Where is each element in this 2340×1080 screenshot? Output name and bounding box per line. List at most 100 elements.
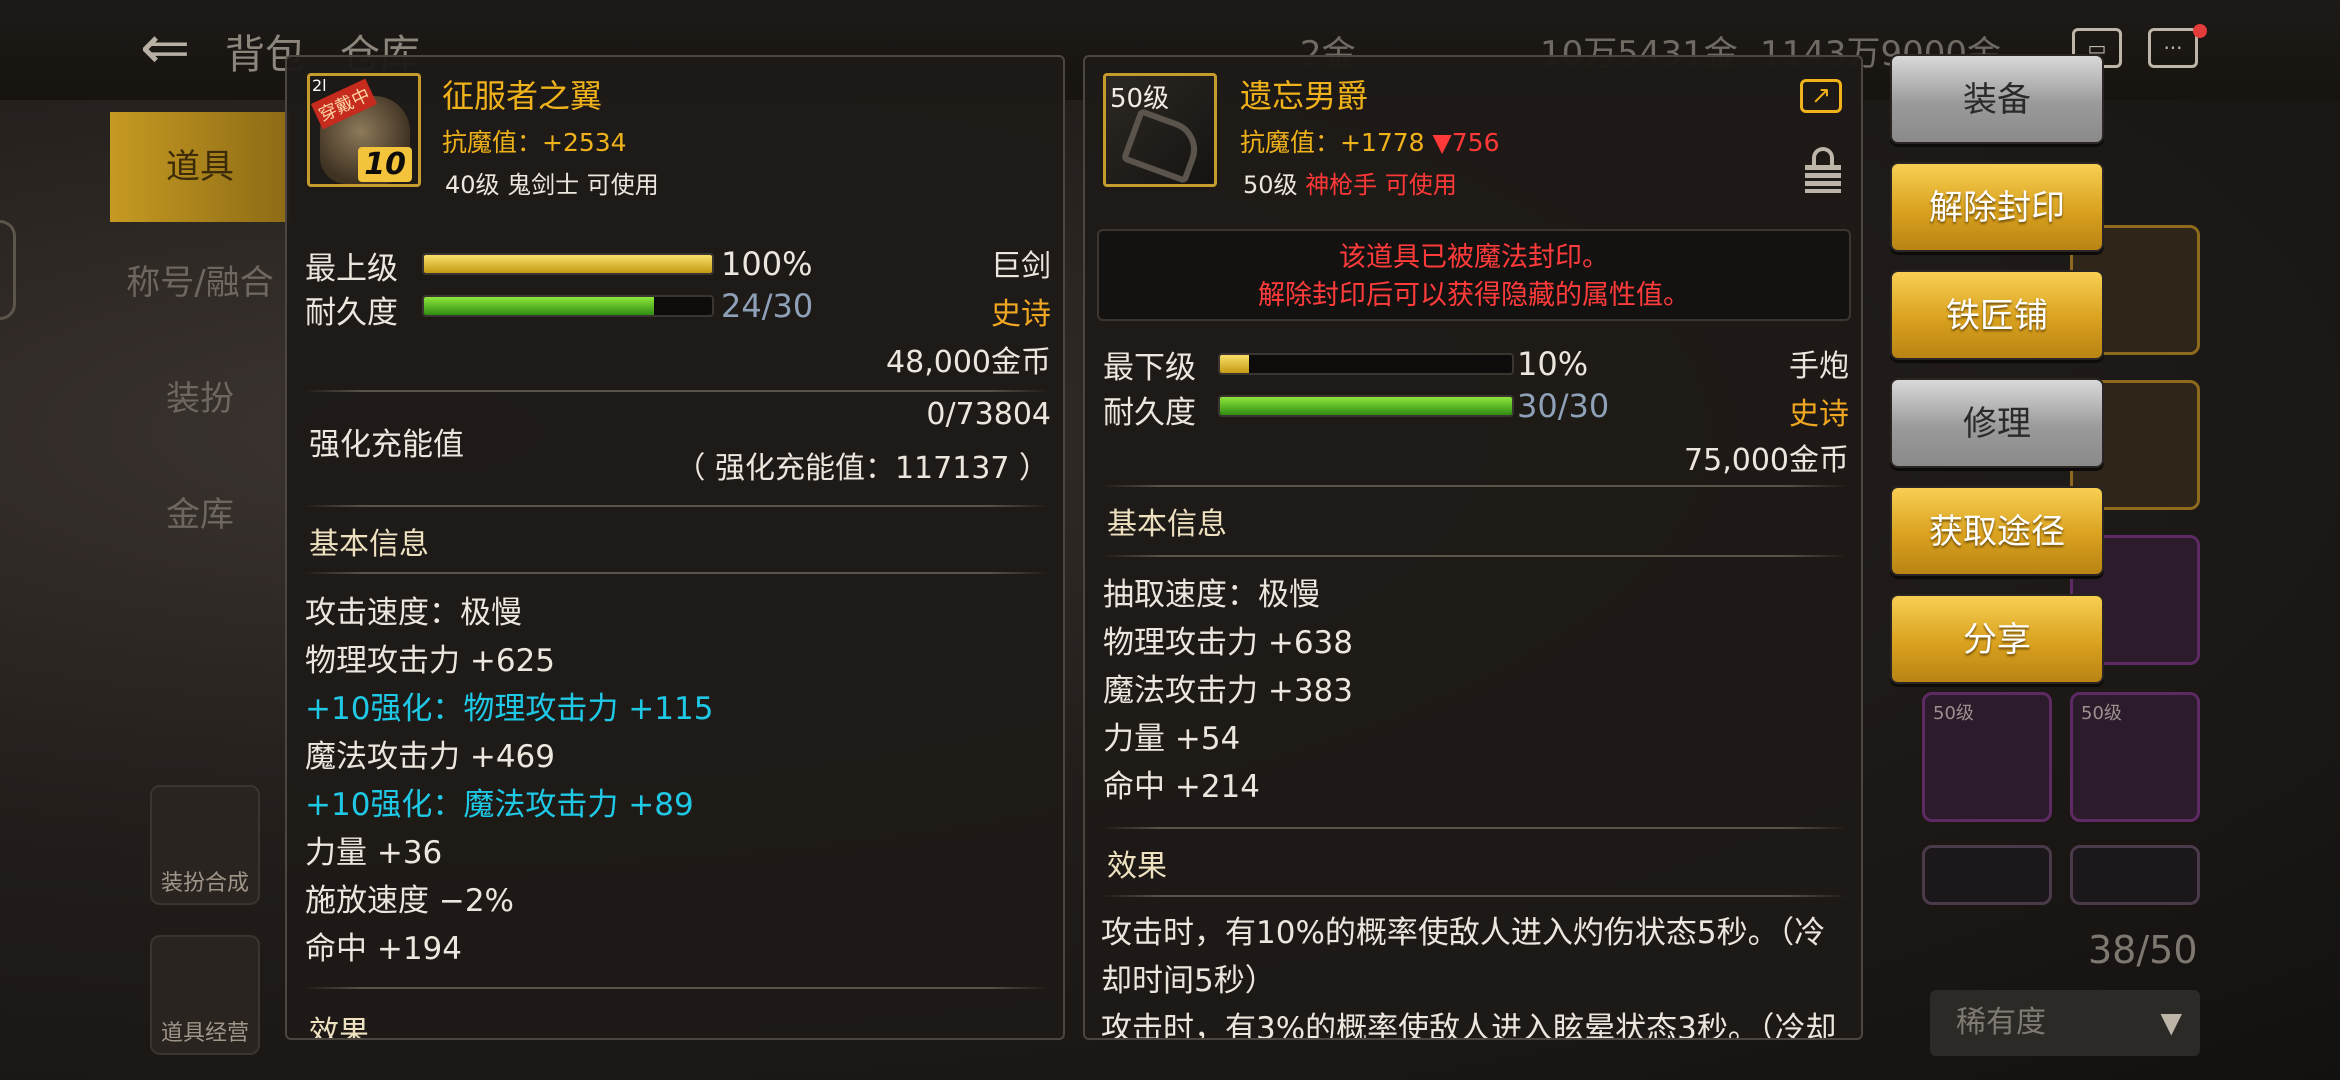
divider bbox=[303, 505, 1049, 507]
repair-button[interactable]: 修理 bbox=[1890, 378, 2104, 468]
effect-title: 效果 bbox=[1107, 849, 1167, 884]
seal-notice-line2: 解除封印后可以获得隐藏的属性值。 bbox=[1258, 280, 1690, 311]
seal-notice: 该道具已被魔法封印。 解除封印后可以获得隐藏的属性值。 bbox=[1097, 229, 1851, 321]
magic-resist: 抗魔值：+2534 bbox=[442, 128, 627, 157]
divider bbox=[303, 572, 1049, 574]
charge-value: 0/73804 bbox=[926, 397, 1051, 432]
grade-label: 最上级 bbox=[305, 251, 398, 287]
rarity: 史诗 bbox=[1789, 397, 1849, 432]
menu-item-vault[interactable]: 金库 bbox=[110, 460, 290, 570]
divider bbox=[1101, 895, 1847, 897]
sort-dropdown[interactable]: 稀有度 ▼ bbox=[1930, 990, 2200, 1056]
grade-label: 最下级 bbox=[1103, 350, 1196, 386]
durability-text: 30/30 bbox=[1517, 387, 1610, 425]
menu-item-props[interactable]: 道具 bbox=[110, 112, 290, 222]
slot-label: 道具经营 bbox=[160, 1021, 249, 1046]
weapon-type: 手炮 bbox=[1789, 349, 1849, 384]
side-drawer-handle[interactable] bbox=[0, 220, 16, 320]
durability-text: 24/30 bbox=[721, 287, 814, 325]
requirement-level: 50级 bbox=[1243, 171, 1298, 199]
durability-bar-fill bbox=[424, 297, 655, 315]
basic-info-title: 基本信息 bbox=[309, 527, 429, 562]
slot-level: 50级 bbox=[2081, 703, 2122, 724]
item-price: 75,000金币 bbox=[1684, 443, 1849, 478]
attr-line-enhance: +10强化：物理攻击力 +115 bbox=[305, 691, 714, 727]
effect-line: 却时间5秒） bbox=[1101, 963, 1276, 999]
item-name: 遗忘男爵 bbox=[1240, 77, 1369, 115]
item-name: 征服者之翼 bbox=[442, 77, 603, 115]
charge-label: 强化充能值 bbox=[309, 427, 464, 463]
share-icon[interactable]: ↗ bbox=[1800, 79, 1842, 113]
attr-line: 魔法攻击力 +383 bbox=[1103, 673, 1353, 709]
attr-line-enhance: +10强化：魔法攻击力 +89 bbox=[305, 787, 694, 823]
rarity: 史诗 bbox=[991, 297, 1051, 332]
icon-corner-text: 2l bbox=[312, 76, 327, 95]
grade-percent: 10% bbox=[1517, 345, 1589, 383]
grade-bar bbox=[1218, 353, 1514, 375]
attr-line: 命中 +194 bbox=[305, 931, 462, 967]
grade-bar bbox=[422, 253, 714, 275]
magic-resist-value: 抗魔值：+1778 bbox=[1240, 128, 1425, 157]
blacksmith-button[interactable]: 铁匠铺 bbox=[1890, 270, 2104, 360]
slot-label: 装扮合成 bbox=[160, 871, 249, 896]
item-requirement: 50级 神枪手 可使用 bbox=[1243, 165, 1457, 200]
divider bbox=[1101, 555, 1847, 557]
grade-bar-fill bbox=[424, 255, 712, 273]
requirement-class: 神枪手 可使用 bbox=[1305, 171, 1457, 199]
inventory-slot[interactable] bbox=[2070, 845, 2200, 905]
item-icon: 50级 bbox=[1103, 73, 1217, 187]
inventory-slot[interactable]: 50级 bbox=[2070, 692, 2200, 822]
attr-line: 魔法攻击力 +469 bbox=[305, 739, 555, 775]
attr-line: 攻击速度：极慢 bbox=[305, 595, 522, 631]
inventory-slot[interactable] bbox=[1922, 845, 2052, 905]
share-button[interactable]: 分享 bbox=[1890, 594, 2104, 684]
grade-percent: 100% bbox=[721, 245, 813, 283]
inventory-count: 38/50 bbox=[2088, 928, 2198, 972]
back-arrow-icon[interactable]: ⇐ bbox=[140, 18, 220, 78]
chat-icon[interactable]: ··· bbox=[2148, 28, 2198, 68]
lock-body bbox=[1805, 165, 1841, 193]
effect-line: 攻击时，有10%的概率使敌人进入灼伤状态5秒。（冷 bbox=[1101, 915, 1826, 951]
durability-bar bbox=[1218, 395, 1514, 417]
charge-total: （ 强化充能值：117137 ） bbox=[675, 451, 1049, 486]
hand-cannon-art bbox=[1120, 107, 1206, 185]
item-business-slot[interactable]: 道具经营 bbox=[150, 935, 260, 1055]
divider bbox=[303, 987, 1049, 989]
grade-bar-fill bbox=[1220, 355, 1250, 373]
item-icon: 2l 穿戴中 10 bbox=[307, 73, 421, 187]
slot-level: 50级 bbox=[1933, 703, 1974, 724]
effect-line: 攻击时，有3%的概率使敌人进入眩晕状态3秒。（冷却 bbox=[1101, 1011, 1837, 1040]
durability-bar-fill bbox=[1220, 397, 1512, 415]
obtain-route-button[interactable]: 获取途径 bbox=[1890, 486, 2104, 576]
magic-resist: 抗魔值：+1778 ▼756 bbox=[1240, 123, 1499, 159]
durability-bar bbox=[422, 295, 714, 317]
divider bbox=[1101, 827, 1847, 829]
equip-button[interactable]: 装备 bbox=[1890, 54, 2104, 144]
menu-item-avatar[interactable]: 装扮 bbox=[110, 344, 290, 454]
magic-resist-diff: ▼756 bbox=[1432, 128, 1500, 157]
attr-line: 力量 +54 bbox=[1103, 721, 1241, 757]
attr-line: 力量 +36 bbox=[305, 835, 443, 871]
durability-label: 耐久度 bbox=[1103, 395, 1196, 431]
weapon-type: 巨剑 bbox=[991, 249, 1051, 284]
attr-line: 抽取速度：极慢 bbox=[1103, 577, 1320, 613]
menu-item-titles[interactable]: 称号/融合 bbox=[110, 228, 290, 338]
item-price: 48,000金币 bbox=[886, 345, 1051, 380]
attr-line: 命中 +214 bbox=[1103, 769, 1260, 805]
item-requirement: 40级 鬼剑士 可使用 bbox=[445, 171, 659, 199]
compared-item-panel: 50级 遗忘男爵 抗魔值：+1778 ▼756 50级 神枪手 可使用 ↗ 该道… bbox=[1083, 55, 1863, 1040]
attr-line: 施放速度 −2% bbox=[305, 883, 515, 919]
attr-line: 物理攻击力 +625 bbox=[305, 643, 555, 679]
enhance-level-badge: 10 bbox=[358, 147, 412, 182]
attr-line: 物理攻击力 +638 bbox=[1103, 625, 1353, 661]
equipped-item-panel: 2l 穿戴中 10 征服者之翼 抗魔值：+2534 40级 鬼剑士 可使用 最上… bbox=[285, 55, 1065, 1040]
basic-info-title: 基本信息 bbox=[1107, 507, 1227, 542]
inventory-slot[interactable]: 50级 bbox=[1922, 692, 2052, 822]
sort-label: 稀有度 bbox=[1956, 1005, 2046, 1040]
divider bbox=[303, 390, 1049, 392]
durability-label: 耐久度 bbox=[305, 295, 398, 331]
avatar-compose-slot[interactable]: 装扮合成 bbox=[150, 785, 260, 905]
divider bbox=[1101, 485, 1847, 487]
unseal-button[interactable]: 解除封印 bbox=[1890, 162, 2104, 252]
lock-icon[interactable] bbox=[1805, 147, 1841, 193]
